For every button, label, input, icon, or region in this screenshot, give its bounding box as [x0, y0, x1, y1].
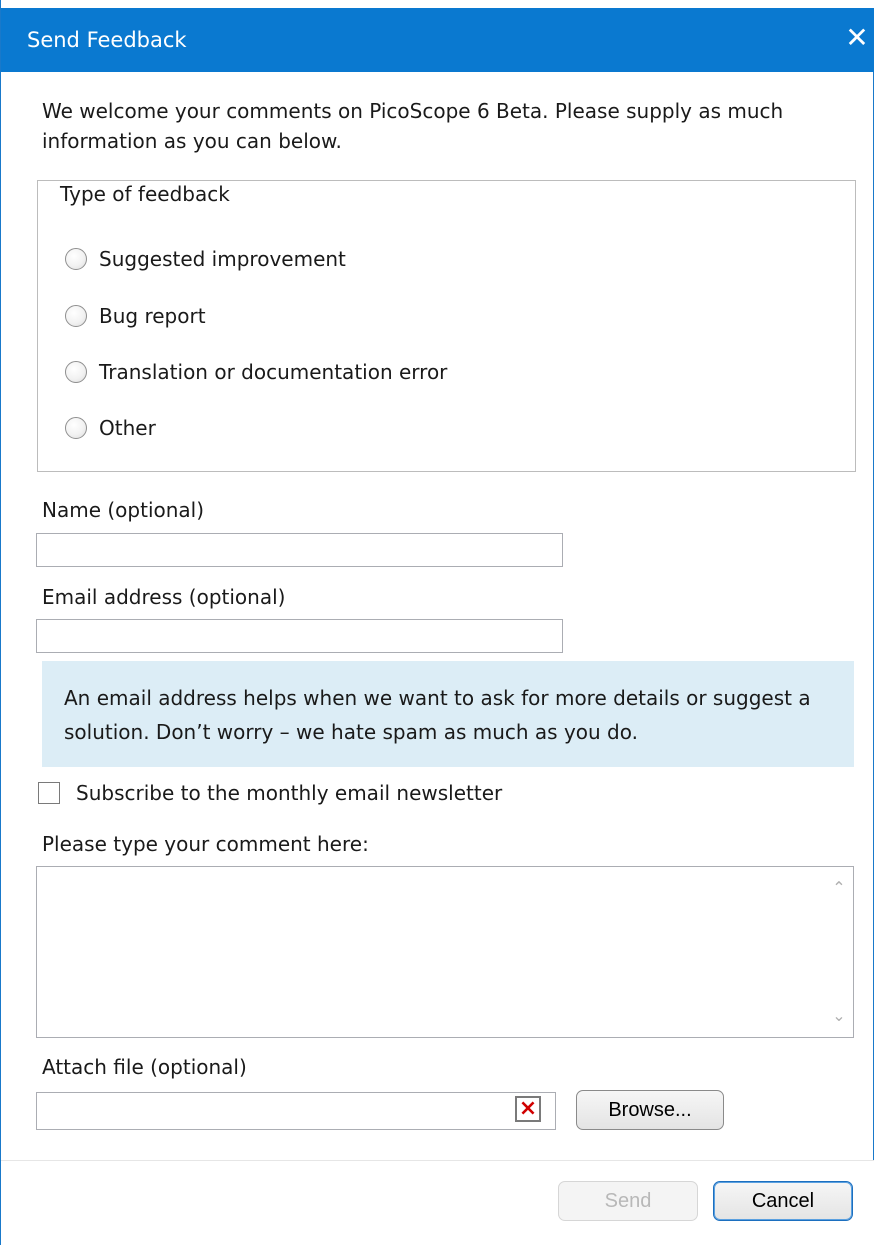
radio-other[interactable]: Other — [65, 413, 156, 443]
email-info-box: An email address helps when we want to a… — [42, 661, 854, 767]
newsletter-label: Subscribe to the monthly email newslette… — [76, 781, 503, 805]
close-icon[interactable]: ✕ — [839, 20, 874, 56]
feedback-type-legend: Type of feedback — [56, 182, 234, 206]
radio-suggested-improvement[interactable]: Suggested improvement — [65, 244, 346, 274]
scroll-down-icon[interactable]: ⌄ — [825, 999, 853, 1033]
name-label: Name (optional) — [42, 498, 205, 522]
radio-label: Other — [99, 416, 156, 440]
cancel-button[interactable]: Cancel — [713, 1181, 853, 1221]
radio-bug-report[interactable]: Bug report — [65, 301, 206, 331]
dialog-title: Send Feedback — [27, 28, 187, 52]
email-label: Email address (optional) — [42, 585, 286, 609]
intro-text: We welcome your comments on PicoScope 6 … — [42, 99, 784, 153]
radio-translation-error[interactable]: Translation or documentation error — [65, 357, 447, 387]
radio-label: Translation or documentation error — [99, 360, 448, 384]
comment-label: Please type your comment here: — [42, 832, 369, 856]
send-feedback-dialog: Send Feedback ✕ We welcome your comments… — [0, 0, 874, 1245]
newsletter-checkbox-row[interactable]: Subscribe to the monthly email newslette… — [38, 781, 502, 805]
send-button[interactable]: Send — [558, 1181, 698, 1221]
newsletter-checkbox[interactable] — [38, 782, 60, 804]
browse-button[interactable]: Browse... — [576, 1090, 724, 1130]
clear-x-icon[interactable]: × — [515, 1096, 541, 1122]
attach-file-input[interactable] — [36, 1092, 556, 1130]
title-bar: Send Feedback ✕ — [1, 0, 874, 72]
attach-label: Attach file (optional) — [42, 1055, 247, 1079]
radio-button[interactable] — [65, 248, 87, 270]
radio-button[interactable] — [65, 305, 87, 327]
radio-label: Bug report — [99, 304, 206, 328]
radio-button[interactable] — [65, 417, 87, 439]
comment-textarea[interactable]: ⌃ ⌄ — [36, 866, 854, 1038]
scroll-up-icon[interactable]: ⌃ — [825, 871, 853, 905]
name-input[interactable] — [36, 533, 563, 567]
email-input[interactable] — [36, 619, 563, 653]
comment-scrollbar[interactable]: ⌃ ⌄ — [825, 867, 853, 1037]
radio-label: Suggested improvement — [99, 247, 346, 271]
radio-button[interactable] — [65, 361, 87, 383]
